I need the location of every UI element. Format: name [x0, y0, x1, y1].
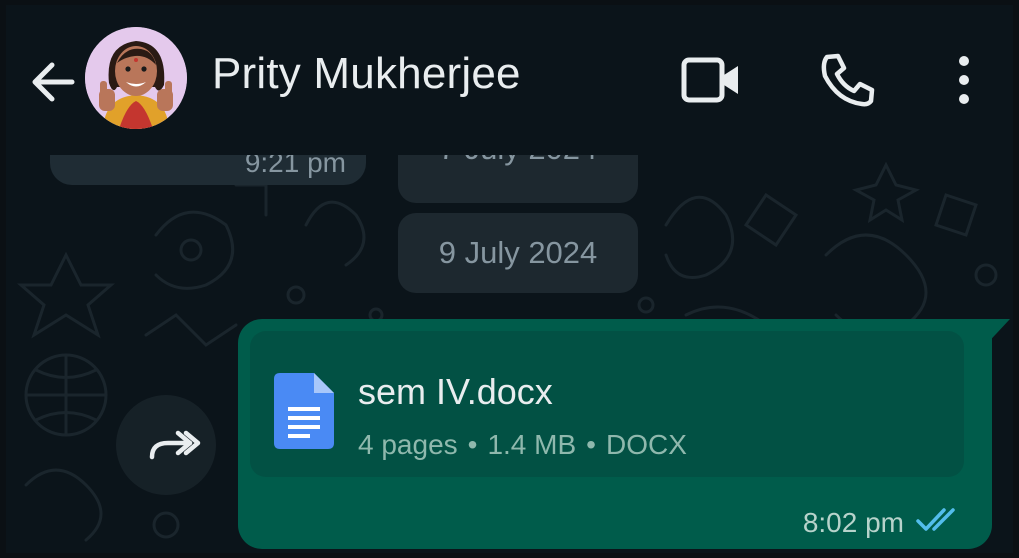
file-size: 1.4 MB	[487, 429, 577, 460]
previous-message-time: 9:21 pm	[244, 155, 346, 178]
file-name: sem IV.docx	[358, 371, 553, 412]
file-meta: 4 pages • 1.4 MB • DOCX	[358, 429, 687, 461]
bubble-tail	[982, 319, 1010, 349]
meta-separator: •	[586, 429, 596, 460]
previous-date-chip: 7 July 2024	[398, 155, 638, 203]
file-type: DOCX	[605, 429, 687, 460]
message-list[interactable]: 9:21 pm 7 July 2024 9 July 2024	[6, 155, 1013, 553]
document-attachment[interactable]: sem IV.docx 4 pages • 1.4 MB • DOCX	[250, 331, 964, 477]
date-chip: 9 July 2024	[398, 213, 638, 293]
video-camera-icon	[681, 57, 738, 103]
previous-date-label: 7 July 2024	[398, 155, 638, 167]
chat-header: Prity Mukherjee	[6, 5, 1013, 155]
forward-button[interactable]	[116, 395, 216, 495]
message-time: 8:02 pm	[802, 507, 904, 538]
google-docs-icon	[274, 373, 334, 449]
arrow-left-icon	[32, 62, 75, 102]
more-options-button[interactable]	[954, 53, 974, 112]
chat-screen: Prity Mukherjee 9:21 pm 9 July 2024 sem …	[6, 5, 1013, 553]
video-call-button[interactable]	[680, 55, 742, 110]
forward-icon	[149, 430, 201, 460]
meta-separator: •	[467, 429, 478, 460]
page-count: 4 pages	[358, 429, 458, 460]
double-check-icon	[916, 508, 955, 531]
contact-name[interactable]: Prity Mukherjee	[212, 49, 521, 99]
phone-icon	[821, 53, 875, 107]
more-vertical-icon	[959, 56, 969, 104]
previous-message-bubble[interactable]: 9:21 pm	[50, 155, 366, 185]
contact-avatar[interactable]	[85, 27, 187, 129]
back-button[interactable]	[26, 55, 80, 109]
voice-call-button[interactable]	[818, 51, 876, 114]
outgoing-message-bubble[interactable]: sem IV.docx 4 pages • 1.4 MB • DOCX 8:02 pm	[238, 319, 1010, 549]
avatar-image	[85, 27, 187, 129]
